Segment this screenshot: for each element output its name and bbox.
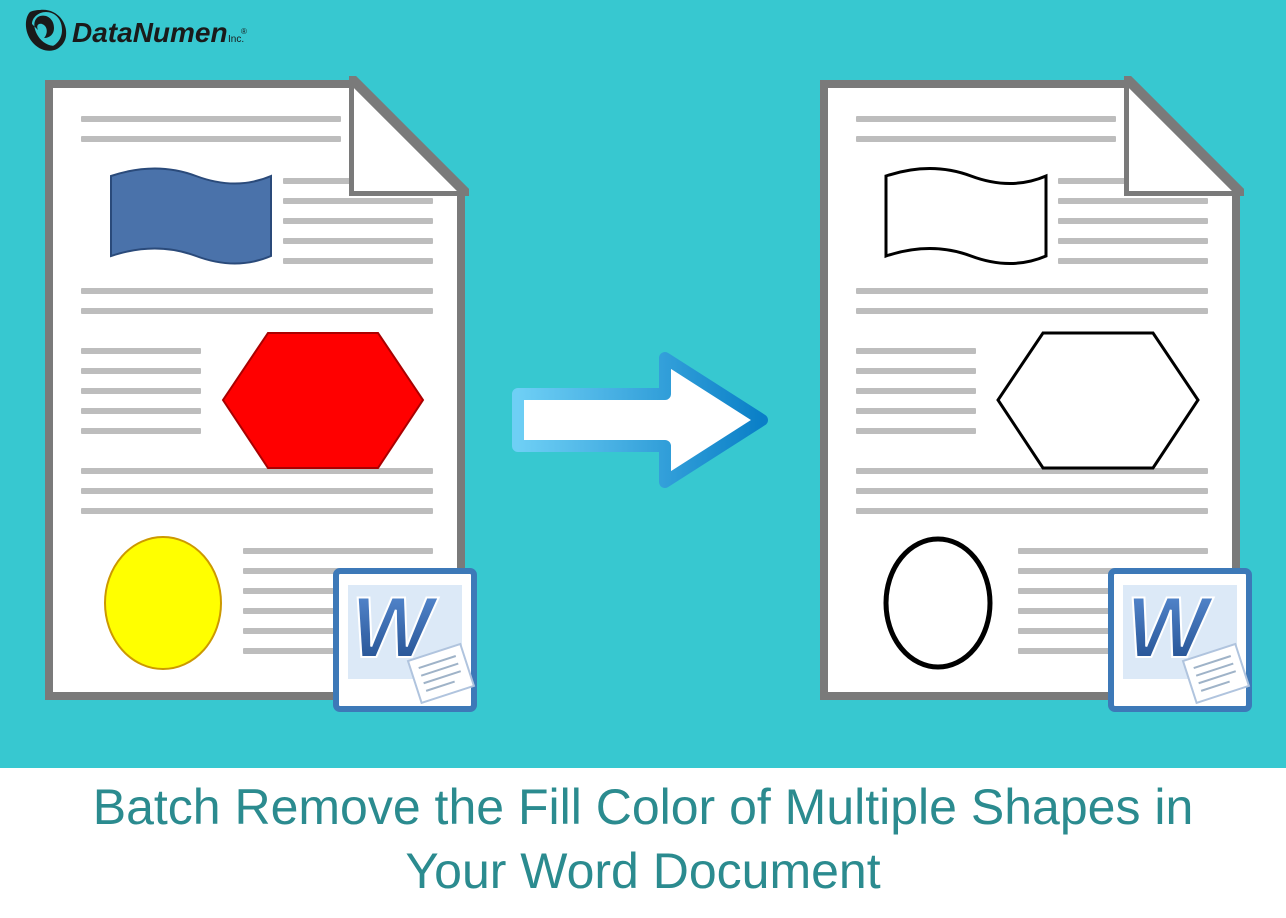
text-line bbox=[856, 388, 976, 394]
text-line bbox=[1018, 628, 1118, 634]
hexagon-shape-filled bbox=[213, 323, 433, 478]
svg-text:®: ® bbox=[241, 27, 247, 36]
text-line bbox=[856, 368, 976, 374]
text-line bbox=[856, 508, 1208, 514]
text-line bbox=[283, 198, 433, 204]
text-line bbox=[856, 348, 976, 354]
headline-text: Batch Remove the Fill Color of Multiple … bbox=[0, 775, 1286, 903]
text-line bbox=[243, 608, 343, 614]
document-after: W bbox=[820, 80, 1240, 700]
text-line bbox=[1018, 648, 1118, 654]
text-line bbox=[1058, 238, 1208, 244]
text-line bbox=[243, 648, 343, 654]
text-line bbox=[1018, 548, 1208, 554]
flag-shape-filled bbox=[101, 156, 281, 281]
right-arrow-icon bbox=[510, 350, 770, 490]
brand-name-text: DataNumen bbox=[72, 17, 228, 48]
text-line bbox=[856, 408, 976, 414]
word-app-icon: W bbox=[330, 565, 480, 715]
text-line bbox=[81, 288, 433, 294]
text-line bbox=[243, 548, 433, 554]
word-app-icon: W bbox=[1105, 565, 1255, 715]
flag-shape-outline bbox=[876, 156, 1056, 281]
brand-logo: DataNumen Inc. ® bbox=[18, 4, 248, 60]
ellipse-shape-outline bbox=[868, 533, 1008, 673]
text-line bbox=[856, 428, 976, 434]
svg-text:DataNumen: DataNumen bbox=[72, 17, 228, 48]
text-line bbox=[856, 116, 1116, 122]
text-line bbox=[1058, 218, 1208, 224]
page-fold-icon bbox=[1124, 76, 1244, 196]
text-line bbox=[81, 488, 433, 494]
page-fold-icon bbox=[349, 76, 469, 196]
text-line bbox=[856, 288, 1208, 294]
text-line bbox=[1018, 608, 1118, 614]
text-line bbox=[81, 388, 201, 394]
text-line bbox=[81, 348, 201, 354]
ellipse-shape-filled bbox=[93, 533, 233, 673]
document-before: W bbox=[45, 80, 465, 700]
text-line bbox=[1058, 198, 1208, 204]
text-line bbox=[81, 308, 433, 314]
text-line bbox=[81, 116, 341, 122]
text-line bbox=[81, 136, 341, 142]
text-line bbox=[856, 308, 1208, 314]
text-line bbox=[81, 508, 433, 514]
text-line bbox=[81, 428, 201, 434]
text-line bbox=[243, 628, 343, 634]
text-line bbox=[283, 218, 433, 224]
text-line bbox=[81, 368, 201, 374]
text-line bbox=[81, 408, 201, 414]
text-line bbox=[283, 238, 433, 244]
hexagon-shape-outline bbox=[988, 323, 1208, 478]
text-line bbox=[856, 488, 1208, 494]
text-line bbox=[283, 258, 433, 264]
text-line bbox=[1058, 258, 1208, 264]
text-line bbox=[856, 136, 1116, 142]
